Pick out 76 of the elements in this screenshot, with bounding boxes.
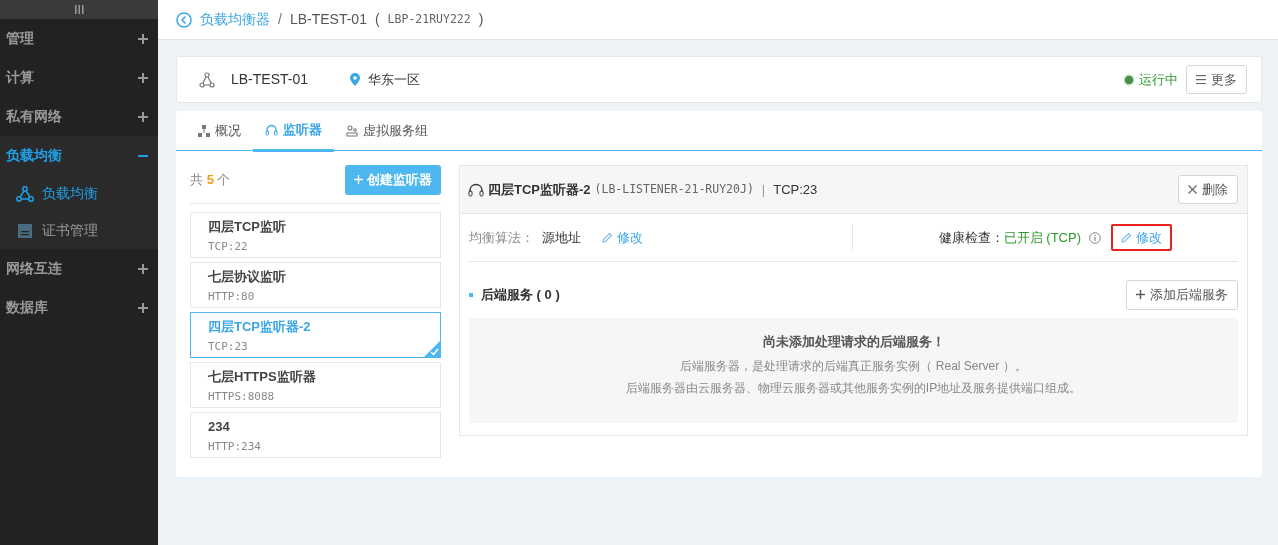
listener-id: (LB-LISTENER-21-RUY20J) [594, 180, 754, 198]
status-text: 运行中 [1139, 70, 1178, 89]
status-dot-icon [1123, 73, 1135, 86]
listener-name: 七层HTTPS监听器 [208, 367, 317, 386]
back-icon [176, 11, 192, 28]
sidebar-item[interactable]: 数据库 [0, 288, 158, 327]
location-pin-icon [350, 73, 361, 86]
listener-card[interactable]: 七层协议监听 HTTP:80 [190, 261, 441, 308]
algorithm-label: 均衡算法： [469, 228, 534, 247]
region-text: 华东一区 [368, 70, 421, 89]
breadcrumb-separator: / [278, 10, 282, 29]
check-corner-icon [424, 340, 440, 357]
listener-name: 四层TCP监听 [208, 217, 287, 236]
menu-icon [1196, 75, 1206, 84]
health-label: 健康检查： [938, 228, 1004, 247]
expand-icon [138, 111, 148, 122]
grip-icon [74, 5, 84, 14]
pencil-icon [602, 232, 613, 243]
plus-icon [354, 175, 363, 185]
balancer-id: LBP-21RUY222 [387, 10, 471, 28]
section-title: 后端服务 ( 0 ) [481, 286, 560, 304]
edit-link[interactable]: 修改 [1111, 223, 1172, 252]
listener-name: 七层协议监听 [208, 267, 287, 286]
close-icon [1188, 185, 1197, 194]
sidebar-item[interactable]: 管理 [0, 19, 158, 58]
expand-icon [138, 302, 148, 313]
sidebar-subitem[interactable]: 证书管理 [0, 212, 158, 249]
listener-port: TCP:22 [208, 239, 248, 255]
sidebar-item[interactable]: 负载均衡 [0, 136, 158, 175]
plus-icon [1136, 290, 1145, 300]
listener-card[interactable]: 四层TCP监听器-2 TCP:23 [190, 311, 441, 358]
paren-text: ) [478, 10, 484, 29]
paren-text: ( [374, 10, 380, 29]
listener-card[interactable]: 234 HTTP:234 [190, 411, 441, 458]
delete-button[interactable]: 删除 [1178, 174, 1238, 205]
empty-description: 后端服务器，是处理请求的后端真正服务实例（ Real Server ）。 [679, 358, 1028, 375]
listener-port: HTTPS:8088 [208, 389, 275, 405]
expand-icon [138, 72, 148, 83]
empty-description: 后端服务器由云服务器、物理云服务器或其他服务实例的IP地址及服务提供端口组成。 [624, 380, 1083, 397]
listener-port: TCP:23 [208, 339, 248, 355]
protocol-text: TCP:23 [773, 180, 818, 199]
empty-title: 尚未添加处理请求的后端服务！ [761, 332, 946, 351]
headset-icon [265, 124, 278, 136]
tab[interactable]: 概况 [186, 111, 253, 150]
network-icon [199, 71, 215, 88]
network-icon [16, 185, 34, 202]
info-icon [1089, 231, 1101, 244]
balancer-name: LB-TEST-01 [231, 70, 309, 89]
document-icon [16, 222, 34, 239]
sidebar-item[interactable]: 私有网络 [0, 97, 158, 136]
pencil-icon [1121, 232, 1132, 243]
listener-name: 四层TCP监听器-2 [208, 317, 312, 336]
listener-count: 共 5 个 [190, 171, 231, 189]
title-separator: | [761, 180, 766, 199]
sidebar-item[interactable]: 网络互连 [0, 249, 158, 288]
listener-name: 234 [208, 417, 231, 436]
expand-icon [138, 263, 148, 274]
bullet-icon [469, 292, 473, 297]
listener-port: HTTP:234 [208, 439, 261, 455]
hierarchy-icon [198, 124, 210, 137]
listener-port: HTTP:80 [208, 289, 255, 305]
expand-icon [138, 33, 148, 44]
add-backend-button[interactable]: 添加后端服务 [1126, 280, 1238, 310]
sidebar-subitem[interactable]: 负载均衡 [0, 175, 158, 212]
headset-icon [468, 182, 484, 197]
algorithm-value: 源地址 [542, 228, 581, 247]
more-button[interactable]: 更多 [1186, 64, 1247, 95]
listener-title: 四层TCP监听器-2 [488, 180, 591, 199]
health-status: 已开启 (TCP) [1003, 228, 1081, 247]
tab[interactable]: 虚拟服务组 [334, 111, 440, 150]
listener-card[interactable]: 七层HTTPS监听器 HTTPS:8088 [190, 361, 441, 408]
listener-card[interactable]: 四层TCP监听 TCP:22 [190, 211, 441, 258]
sidebar-item[interactable]: 计算 [0, 58, 158, 97]
breadcrumb-current: LB-TEST-01 [289, 10, 367, 29]
user-group-icon [346, 124, 358, 137]
edit-link[interactable]: 修改 [602, 227, 643, 248]
